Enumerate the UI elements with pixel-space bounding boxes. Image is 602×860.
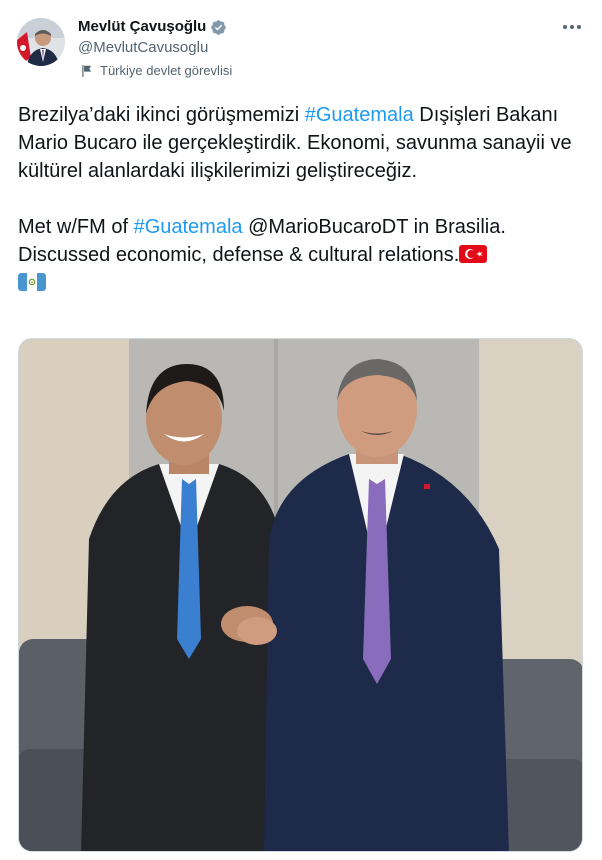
more-icon[interactable] — [560, 15, 584, 39]
hashtag-link[interactable]: #Guatemala — [134, 216, 243, 238]
tweet-photo[interactable] — [18, 338, 583, 852]
author-handle[interactable]: @MevlutCavusoglu — [78, 39, 208, 57]
tweet-header: Mevlüt Çavuşoğlu @MevlutCavusoglu Türkiy… — [0, 0, 602, 90]
author-name[interactable]: Mevlüt Çavuşoğlu — [78, 18, 227, 36]
turkey-flag-emoji — [459, 245, 488, 263]
flag-icon — [82, 65, 92, 77]
tweet-paragraph-tr: Brezilya’daki ikinci görüşmemizi #Guatem… — [18, 101, 584, 185]
guatemala-flag-emoji — [18, 273, 46, 291]
avatar[interactable] — [17, 18, 65, 66]
tweet-text-segment: Met w/FM of — [18, 216, 134, 238]
author-name-text[interactable]: Mevlüt Çavuşoğlu — [78, 18, 206, 36]
government-label-text[interactable]: Türkiye devlet görevlisi — [100, 63, 232, 79]
tweet-text: Brezilya’daki ikinci görüşmemizi #Guatem… — [18, 101, 584, 297]
verified-badge-icon — [211, 19, 227, 35]
tweet-paragraph-en: Met w/FM of #Guatemala @MarioBucaroDT in… — [18, 213, 584, 297]
hashtag-link[interactable]: #Guatemala — [305, 104, 414, 126]
government-label[interactable]: Türkiye devlet görevlisi — [80, 63, 232, 79]
tweet-text-segment: Brezilya’daki ikinci görüşmemizi — [18, 104, 305, 126]
